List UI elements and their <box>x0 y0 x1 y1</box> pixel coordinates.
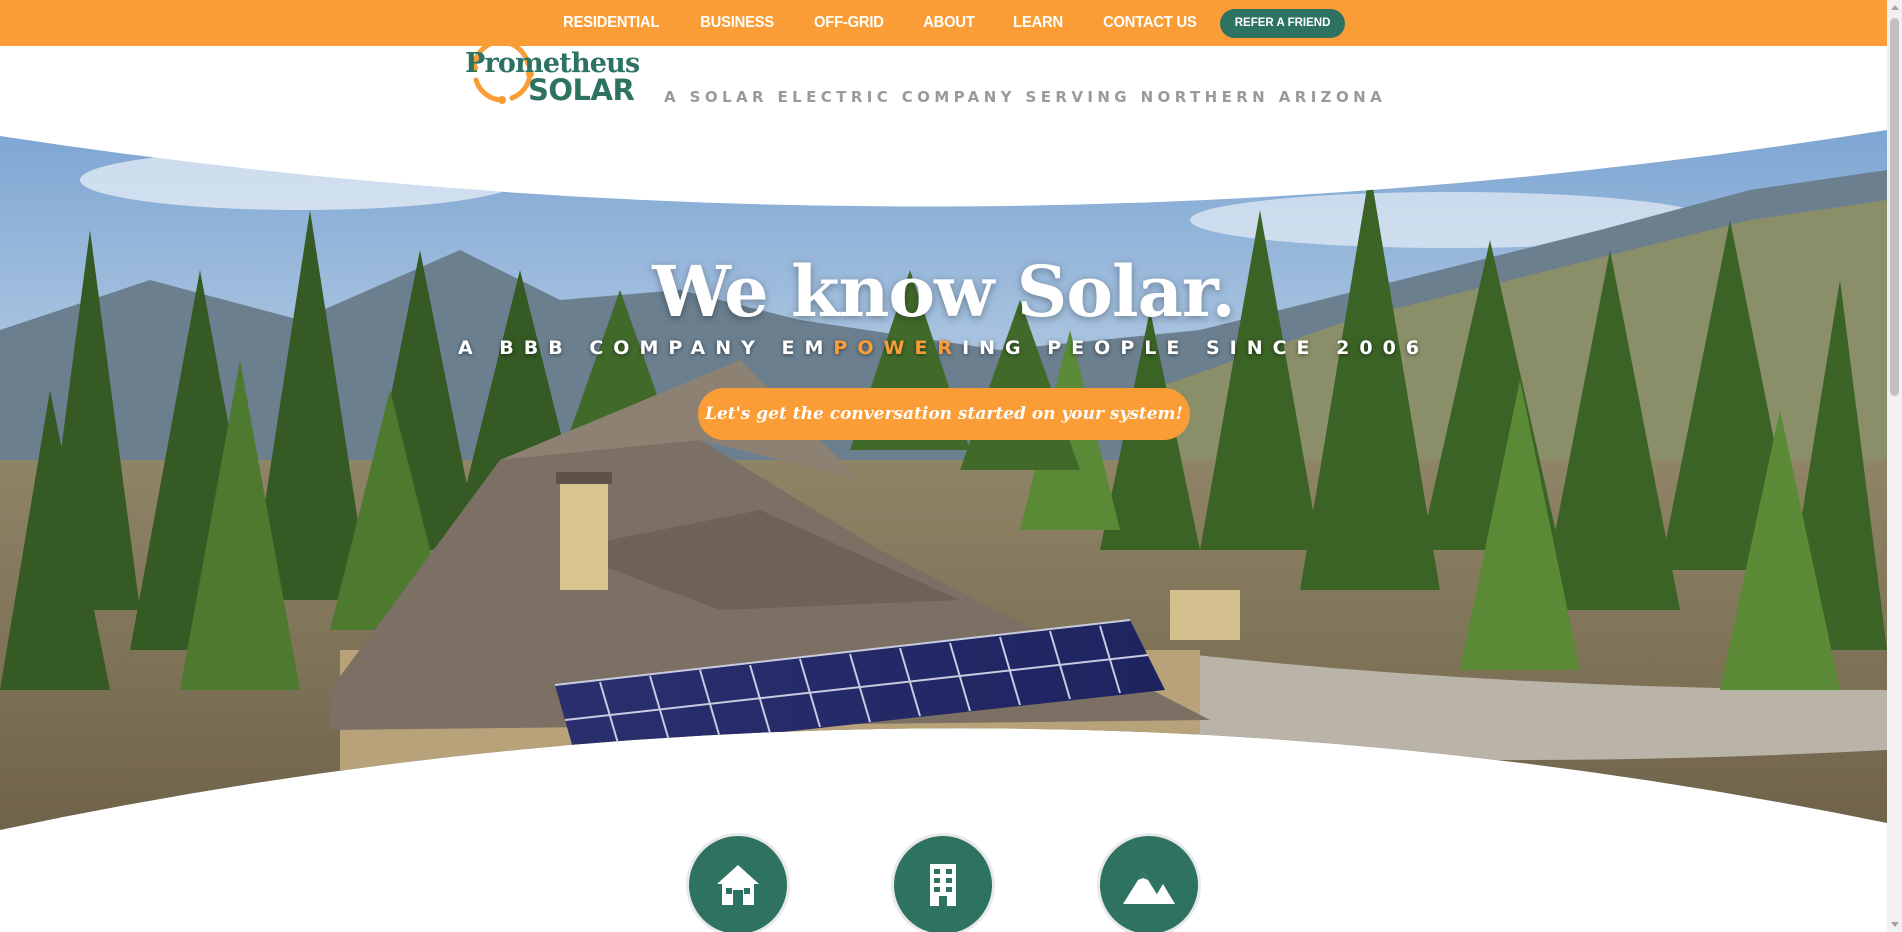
mountain-icon <box>1123 872 1175 904</box>
off-grid-category-button[interactable] <box>1097 833 1201 932</box>
subtitle-prefix: A BBB COMPANY EM <box>457 337 834 359</box>
house-icon <box>717 865 759 905</box>
site-logo[interactable]: Prometheus SOLAR <box>462 34 652 106</box>
nav-items: RESIDENTIAL BUSINESS OFF-GRID ABOUT LEAR… <box>542 8 1346 38</box>
top-nav-bar: RESIDENTIAL BUSINESS OFF-GRID ABOUT LEAR… <box>0 0 1887 46</box>
subtitle-power-highlight: POWER <box>833 337 963 359</box>
main-nav: RESIDENTIAL BUSINESS OFF-GRID ABOUT LEAR… <box>0 0 1887 46</box>
nav-contact-us[interactable]: CONTACT US <box>1103 14 1197 32</box>
cta-button[interactable]: Let's get the conversation started on yo… <box>698 388 1190 440</box>
hero-banner <box>0 130 1887 830</box>
vertical-scrollbar[interactable] <box>1887 0 1902 932</box>
logo-solar-text: SOLAR <box>528 73 635 107</box>
scroll-down-icon[interactable] <box>1891 922 1899 927</box>
building-icon <box>930 864 956 906</box>
residential-category-button[interactable] <box>686 833 790 932</box>
nav-off-grid[interactable]: OFF-GRID <box>814 14 884 32</box>
nav-about[interactable]: ABOUT <box>923 14 975 32</box>
scroll-up-icon[interactable] <box>1891 5 1899 10</box>
subtitle-suffix: ING PEOPLE SINCE 2006 <box>962 337 1430 359</box>
nav-residential[interactable]: RESIDENTIAL <box>563 14 659 32</box>
refer-a-friend-button[interactable]: REFER A FRIEND <box>1219 8 1346 38</box>
site-tagline: A SOLAR ELECTRIC COMPANY SERVING NORTHER… <box>664 88 1387 106</box>
nav-learn[interactable]: LEARN <box>1013 14 1063 32</box>
scrollbar-thumb[interactable] <box>1890 18 1899 396</box>
hero-image <box>0 130 1887 830</box>
nav-business[interactable]: BUSINESS <box>700 14 774 32</box>
hero-subtitle: A BBB COMPANY EMPOWERING PEOPLE SINCE 20… <box>0 337 1887 359</box>
business-category-button[interactable] <box>891 833 995 932</box>
hero-title: We know Solar. <box>652 250 1236 333</box>
